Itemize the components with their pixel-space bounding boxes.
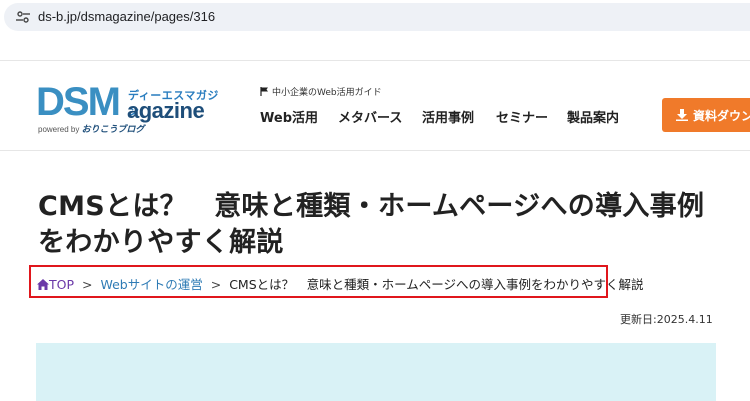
nav-item-metaverse[interactable]: メタバース xyxy=(338,107,402,126)
nav-item-seminar[interactable]: セミナー xyxy=(496,107,548,126)
download-button[interactable]: 資料ダウン xyxy=(662,98,750,132)
download-label: 資料ダウン xyxy=(693,108,750,123)
breadcrumb-home-link[interactable]: TOP xyxy=(49,277,74,292)
breadcrumb: TOP > Webサイトの運営 > CMSとは？ 意味と種類・ホームページへの導… xyxy=(37,274,644,293)
home-icon[interactable] xyxy=(37,279,49,290)
download-icon xyxy=(676,109,688,121)
nav-item-products[interactable]: 製品案内 xyxy=(567,107,619,126)
breadcrumb-category-link[interactable]: Webサイトの運営 xyxy=(100,277,202,292)
breadcrumb-current: CMSとは？ 意味と種類・ホームページへの導入事例をわかりやすく解説 xyxy=(229,277,644,292)
breadcrumb-separator: > xyxy=(82,277,93,292)
updated-date: 更新日:2025.4.11 xyxy=(620,313,713,326)
logo-agazine: agazine xyxy=(127,98,205,123)
url-text[interactable]: ds-b.jp/dsmagazine/pages/316 xyxy=(38,9,215,24)
nav-item-cases[interactable]: 活用事例 xyxy=(422,107,474,126)
nav-item-web[interactable]: Web活用 xyxy=(260,107,318,126)
breadcrumb-separator: > xyxy=(210,277,222,292)
tagline-text: 中小企業のWeb活用ガイド xyxy=(272,88,382,98)
site-settings-icon[interactable] xyxy=(16,11,30,23)
logo-powered-label: powered by xyxy=(38,125,80,134)
site-logo[interactable]: DSM ディーエスマガジン agazine powered by おりこうブログ xyxy=(36,80,226,136)
header-tagline: 中小企業のWeb活用ガイド xyxy=(260,85,382,98)
header-divider-bottom xyxy=(0,150,750,151)
content-banner xyxy=(36,343,716,401)
browser-address-bar[interactable]: ds-b.jp/dsmagazine/pages/316 xyxy=(0,0,750,36)
logo-dsm: DSM xyxy=(36,80,121,124)
logo-powered-by: powered by おりこうブログ xyxy=(38,122,144,135)
page-title: CMSとは？ 意味と種類・ホームページへの導入事例をわかりやすく解説 xyxy=(38,191,705,258)
header-divider-top xyxy=(0,60,750,61)
flag-icon xyxy=(260,87,268,96)
logo-powered-brand: おりこうブログ xyxy=(81,124,145,134)
